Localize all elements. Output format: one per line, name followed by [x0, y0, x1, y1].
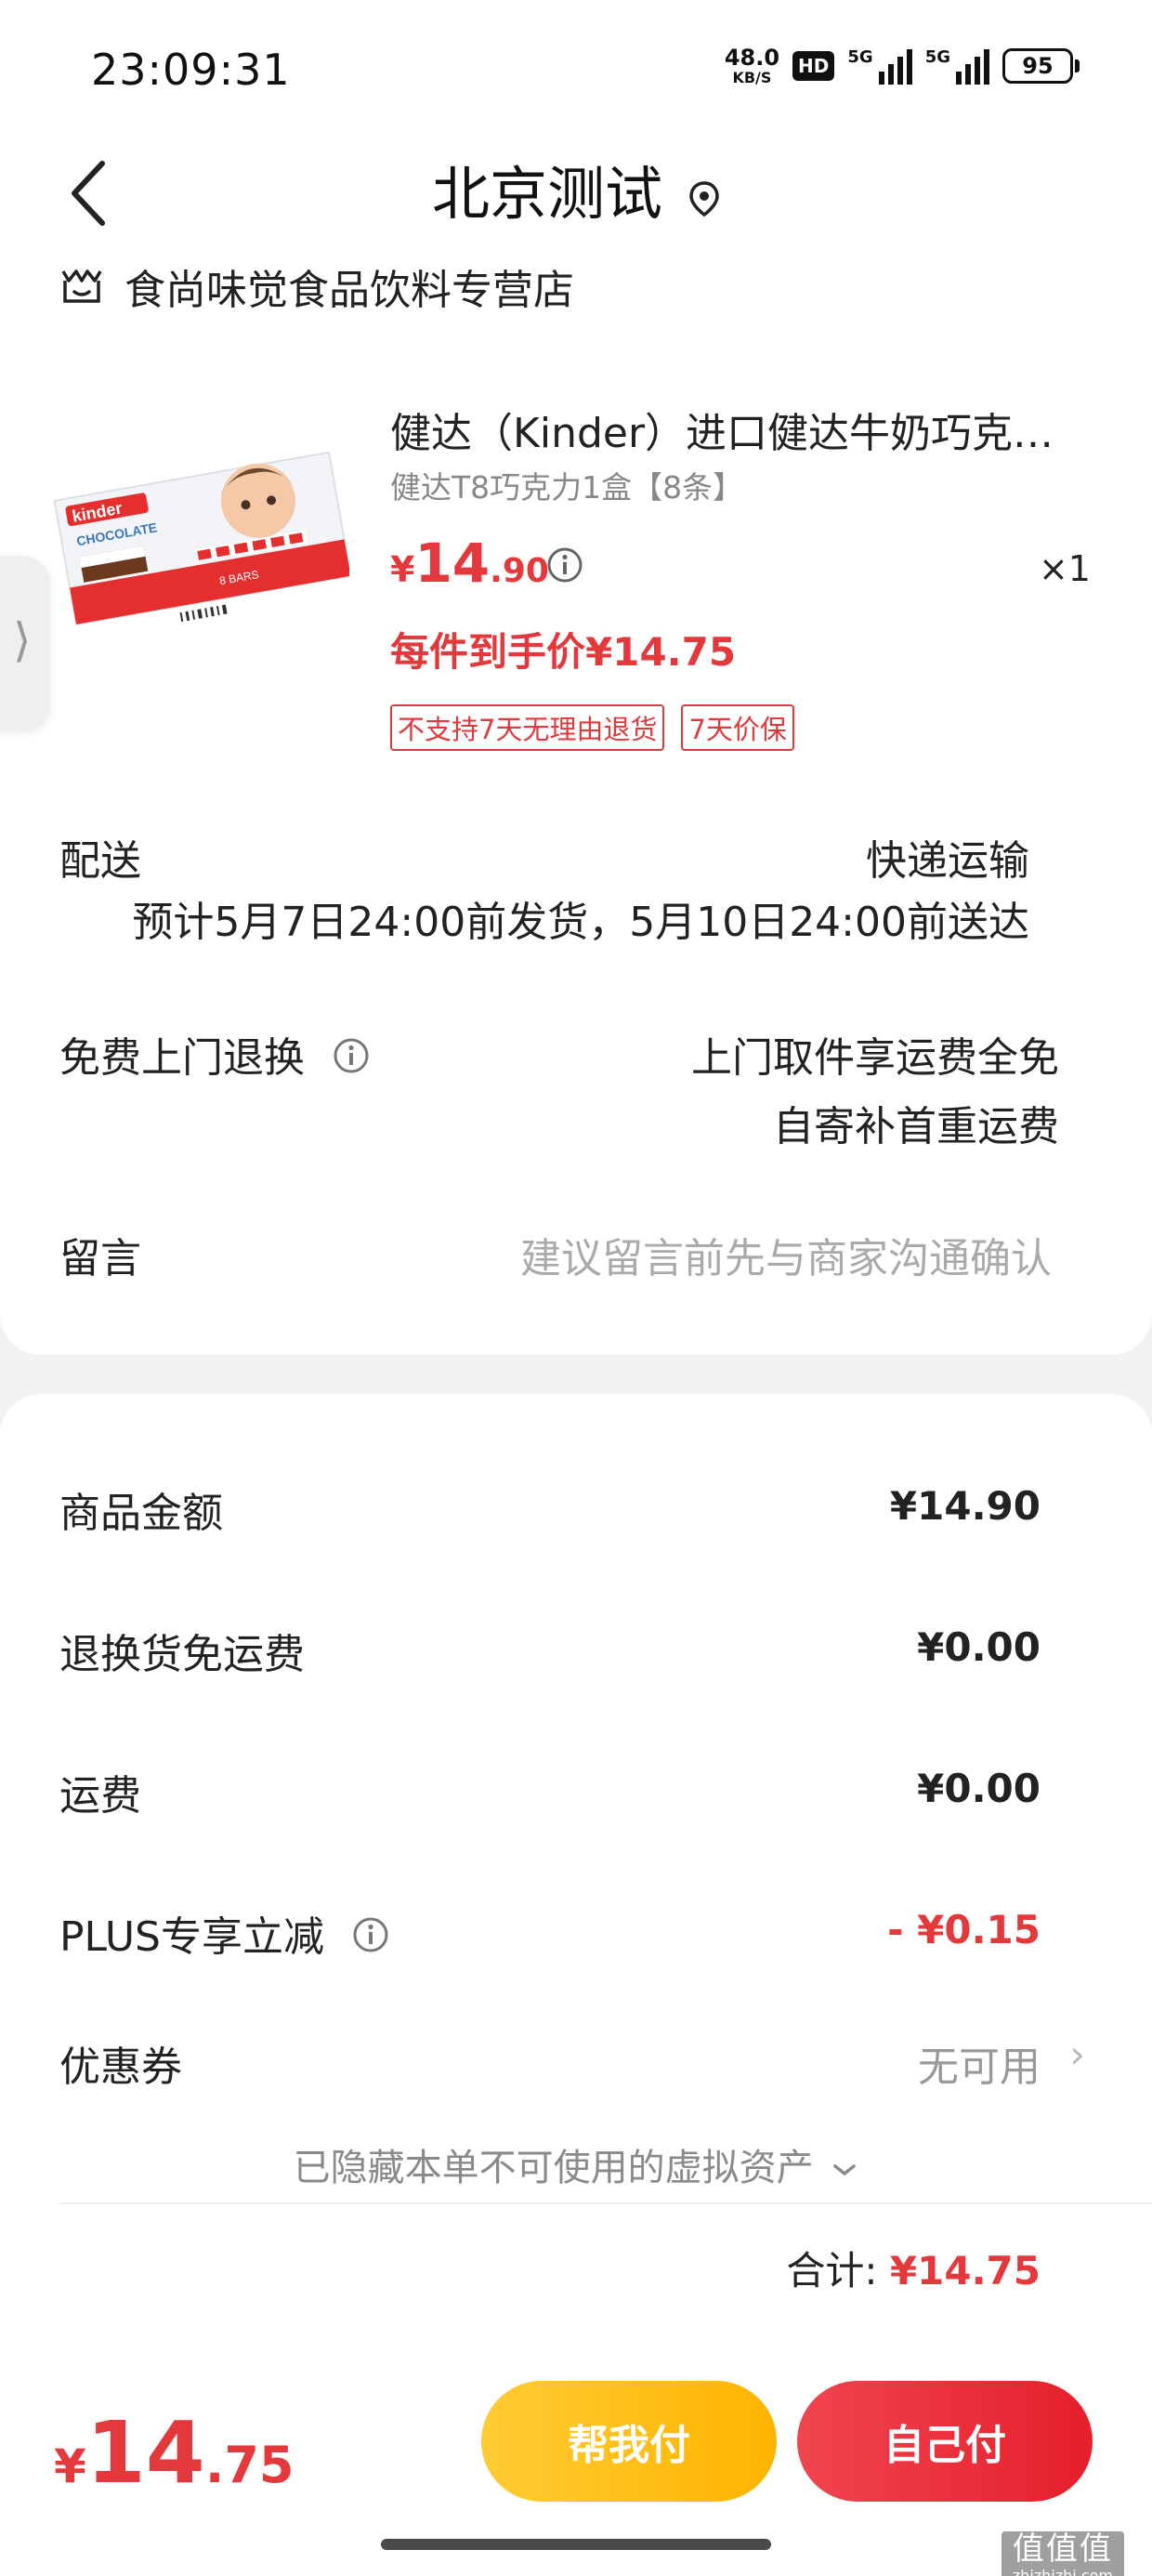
battery-icon: 95: [1002, 48, 1080, 84]
goods-amount-label: 商品金额: [59, 1490, 223, 1537]
product-image[interactable]: kinder CHOCOLATE 8 BARS: [53, 439, 352, 637]
checkout-price-dec: .75: [204, 2436, 295, 2494]
return-shipping-value: ¥0.00: [917, 1624, 1041, 1670]
self-pay-button[interactable]: 自己付: [797, 2381, 1093, 2502]
goods-amount-value: ¥14.90: [889, 1483, 1041, 1529]
delivery-method[interactable]: 快递运输: [866, 827, 1029, 887]
delivery-estimate: 预计5月7日24:00前发货，5月10日24:00前送达: [132, 899, 1029, 946]
hidden-assets-text: 已隐藏本单不可使用的虚拟资产: [293, 2147, 814, 2189]
status-bar: 23:09:31 48.0 KB/S HD 5G 5G 95: [0, 0, 1152, 130]
coupon-value[interactable]: 无可用: [918, 2033, 1041, 2093]
final-unit-price: 每件到手价¥14.75: [390, 629, 737, 675]
chevron-down-icon: [833, 2164, 857, 2175]
checkout-price-currency: ¥: [54, 2439, 86, 2493]
store-icon: [61, 269, 102, 303]
product-price-dec: .90: [490, 552, 549, 590]
shop-name: 食尚味觉食品饮料专营店: [124, 267, 574, 314]
plus-info-icon[interactable]: [352, 1916, 389, 1964]
chevron-right-icon: ⟩: [13, 613, 32, 667]
battery-level: 95: [1002, 48, 1073, 84]
page-title: 北京测试: [0, 147, 1152, 231]
status-icons: 48.0 KB/S HD 5G 5G 95: [725, 46, 1080, 85]
net-speed-unit: KB/S: [732, 69, 772, 86]
tag-7day-price-protect[interactable]: 7天价保: [681, 704, 794, 751]
signal-2-label: 5G: [924, 47, 950, 67]
summary-divider: [59, 2202, 1152, 2204]
return-shipping-label: 退换货免运费: [59, 1631, 305, 1678]
net-speed-value: 48.0: [724, 45, 780, 71]
signal-1-icon: 5G: [847, 47, 912, 85]
return-info-icon[interactable]: [333, 1037, 370, 1084]
home-indicator[interactable]: [381, 2539, 771, 2550]
product-price-currency: ¥: [390, 549, 415, 590]
product-quantity: ×1: [1038, 548, 1091, 589]
shop-row[interactable]: 食尚味觉食品饮料专营店: [59, 256, 574, 316]
checkout-price: ¥14.75: [54, 2403, 295, 2503]
page-title-text: 北京测试: [431, 160, 662, 228]
product-price-int: 14: [414, 532, 491, 595]
location-pin-icon[interactable]: [688, 164, 720, 231]
price-summary-card: 商品金额 ¥14.90 退换货免运费 ¥0.00 运费 ¥0.00 PLUS专享…: [0, 1394, 1152, 2360]
shipping-value: ¥0.00: [917, 1766, 1041, 1811]
hd-icon: HD: [792, 51, 835, 81]
return-service-label: 免费上门退换: [59, 1024, 370, 1084]
order-total-value: ¥14.75: [889, 2248, 1041, 2293]
watermark-logo: 值值值 zhizhizhi.com: [1001, 2531, 1124, 2576]
delivery-label: 配送: [59, 837, 141, 885]
product-price: ¥14.90: [390, 532, 549, 595]
message-input[interactable]: 建议留言前先与商家沟通确认: [520, 1225, 1052, 1284]
order-card: 食尚味觉食品饮料专营店 kinder CHOCOLATE 8 BARS 健达（K…: [0, 251, 1152, 1355]
help-pay-button[interactable]: 帮我付: [481, 2381, 777, 2502]
coupon-label: 优惠券: [59, 2044, 182, 2091]
product-spec[interactable]: 健达T8巧克力1盒【8条】: [390, 463, 743, 507]
system-nav-bar: [0, 2513, 1152, 2576]
tag-no-7day-return: 不支持7天无理由退货: [390, 704, 665, 751]
shipping-label: 运费: [59, 1772, 141, 1820]
chevron-right-icon[interactable]: ›: [1069, 2031, 1085, 2077]
return-service-line1: 上门取件享运费全免: [691, 1034, 1059, 1082]
watermark-main: 值值值: [1012, 2530, 1113, 2568]
checkout-price-int: 14: [85, 2403, 205, 2503]
status-time: 23:09:31: [91, 45, 291, 95]
message-label: 留言: [59, 1235, 141, 1282]
signal-1-label: 5G: [847, 47, 873, 67]
plus-discount-text: PLUS专享立减: [59, 1913, 324, 1961]
service-tags: 不支持7天无理由退货 7天价保: [390, 704, 794, 751]
plus-discount-label: PLUS专享立减: [59, 1903, 389, 1964]
price-info-icon[interactable]: [546, 546, 583, 587]
net-speed: 48.0 KB/S: [725, 46, 779, 85]
signal-2-icon: 5G: [925, 47, 989, 85]
return-service-text: 免费上门退换: [59, 1034, 305, 1082]
watermark-sub: zhizhizhi.com: [1012, 2566, 1113, 2576]
return-service-line2: 自寄补首重运费: [773, 1103, 1059, 1150]
checkout-bar: ¥14.75 帮我付 自己付: [0, 2360, 1152, 2513]
order-total-label: 合计:: [786, 2248, 878, 2293]
order-total: 合计: ¥14.75: [786, 2240, 1041, 2296]
product-title[interactable]: 健达（Kinder）进口健达牛奶巧克…: [390, 400, 1059, 459]
hidden-assets-toggle[interactable]: 已隐藏本单不可使用的虚拟资产: [0, 2137, 1152, 2191]
side-drawer-handle[interactable]: ⟩: [0, 556, 50, 732]
page-header: 北京测试: [0, 130, 1152, 251]
plus-discount-value: - ¥0.15: [887, 1907, 1041, 1952]
